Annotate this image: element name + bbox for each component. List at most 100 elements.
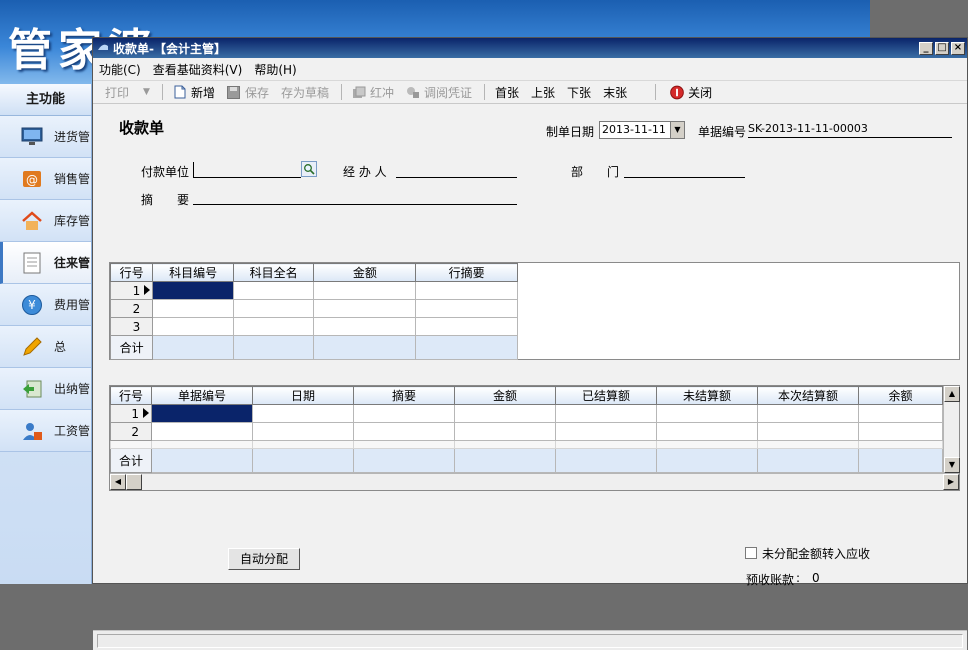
maximize-button[interactable]: □ [935,41,949,55]
table-cell[interactable] [555,422,657,441]
row-number-label: 3 [132,319,141,334]
table-cell[interactable] [555,404,657,423]
yen-coin-icon: ¥ [20,293,44,317]
table-cell[interactable] [152,299,234,318]
row-number-label: 2 [132,301,141,316]
table-cell[interactable] [353,404,455,423]
view-voucher-icon [406,85,420,99]
payer-input[interactable] [193,162,301,178]
column-header[interactable]: 本次结算额 [757,386,859,405]
scroll-left-icon[interactable]: ◀ [110,474,126,490]
table-cell[interactable] [757,404,859,423]
print-dropdown-icon[interactable]: ▼ [143,87,150,97]
new-button[interactable]: 新增 [173,84,215,101]
sidebar-item[interactable]: 往来管 [0,242,91,284]
column-header[interactable]: 行摘要 [415,263,518,282]
column-header[interactable]: 金额 [454,386,556,405]
sidebar-item[interactable]: ¥ 费用管 [0,284,91,326]
column-header[interactable]: 单据编号 [151,386,253,405]
table-cell[interactable] [252,422,354,441]
sidebar-item-label: 费用管 [54,298,91,312]
table-cell[interactable] [656,422,758,441]
summary-field[interactable] [193,189,517,205]
print-button[interactable]: 打印 ▼ [105,84,150,101]
unallocated-label: 未分配金额转入应收 [762,547,871,561]
handler-field[interactable] [396,162,517,178]
column-header[interactable]: 日期 [252,386,354,405]
column-header[interactable]: 余额 [858,386,943,405]
doc-no-field[interactable]: SK-2013-11-11-00003 [748,122,952,138]
table-cell[interactable] [151,422,253,441]
sidebar-item[interactable]: 出纳管 [0,368,91,410]
menu-view-basic-data[interactable]: 查看基础资料(V) [153,61,243,78]
auto-allocate-button[interactable]: 自动分配 [228,548,300,570]
close-window-button[interactable]: × [951,41,965,55]
save-button[interactable]: 保存 [227,84,269,101]
summary-label: 摘 要 [141,193,190,207]
total-cell [757,448,859,473]
menu-function[interactable]: 功能(C) [99,61,141,78]
column-header[interactable]: 金额 [313,263,417,282]
column-header[interactable]: 行号 [110,386,152,405]
column-header[interactable]: 科目编号 [152,263,234,282]
menu-help[interactable]: 帮助(H) [254,61,296,78]
column-header[interactable]: 科目全名 [232,263,315,282]
table-cell[interactable] [152,317,234,336]
horizontal-scrollbar[interactable]: ◀ ▶ [110,473,959,490]
receipt-dialog: 收款单-【会计主管】 _ □ × 功能(C) 查看基础资料(V) 帮助(H) 打… [92,37,968,650]
search-icon[interactable] [301,161,317,177]
sidebar-item[interactable]: 工资管 [0,410,91,452]
vertical-scrollbar[interactable]: ▲ ▼ [943,386,960,473]
column-header[interactable]: 行号 [109,263,154,282]
prev-record-button[interactable]: 上张 [531,84,555,101]
dialog-title-bar[interactable]: 收款单-【会计主管】 _ □ × [93,38,967,58]
view-voucher-button[interactable]: 调阅凭证 [406,84,472,101]
table-cell[interactable] [232,299,315,318]
dept-field[interactable] [624,162,745,178]
table-cell[interactable] [152,281,234,300]
last-record-button[interactable]: 末张 [603,84,627,101]
total-cell [252,448,354,473]
sidebar-item[interactable]: 总 [0,326,91,368]
sidebar-item[interactable]: @ 销售管 [0,158,91,200]
table-cell[interactable] [353,422,455,441]
first-record-button[interactable]: 首张 [495,84,519,101]
table-cell[interactable] [313,317,417,336]
table-cell[interactable] [252,404,354,423]
table-cell[interactable] [313,281,417,300]
column-header[interactable]: 未结算额 [656,386,758,405]
close-button[interactable]: 关闭 [670,84,712,101]
total-cell [555,448,657,473]
table-cell[interactable] [454,404,556,423]
unallocated-checkbox[interactable] [745,547,757,559]
table-cell[interactable] [415,281,518,300]
scroll-thumb[interactable] [126,474,142,490]
scroll-right-icon[interactable]: ▶ [943,474,959,490]
minimize-button[interactable]: _ [919,41,933,55]
column-header[interactable]: 摘要 [353,386,455,405]
sidebar-item[interactable]: 进货管 [0,116,91,158]
table-cell[interactable] [415,299,518,318]
date-picker[interactable]: 2013-11-11 ▼ [599,121,685,139]
table-cell[interactable] [858,422,943,441]
app-window-icon [97,41,109,55]
save-draft-button[interactable]: 存为草稿 [281,84,329,101]
table-cell [110,440,152,449]
table-cell[interactable] [415,317,518,336]
scroll-down-icon[interactable]: ▼ [944,457,960,473]
table-row: 2 [110,422,943,441]
table-cell[interactable] [858,404,943,423]
table-cell[interactable] [232,281,315,300]
table-cell[interactable] [151,404,253,423]
date-dropdown-icon[interactable]: ▼ [670,122,684,138]
next-record-button[interactable]: 下张 [567,84,591,101]
table-cell[interactable] [454,422,556,441]
column-header[interactable]: 已结算额 [555,386,657,405]
red-reverse-button[interactable]: 红冲 [352,84,394,101]
scroll-up-icon[interactable]: ▲ [944,386,960,402]
table-cell[interactable] [757,422,859,441]
sidebar-item[interactable]: 库存管 [0,200,91,242]
table-cell[interactable] [232,317,315,336]
table-cell[interactable] [313,299,417,318]
table-cell[interactable] [656,404,758,423]
